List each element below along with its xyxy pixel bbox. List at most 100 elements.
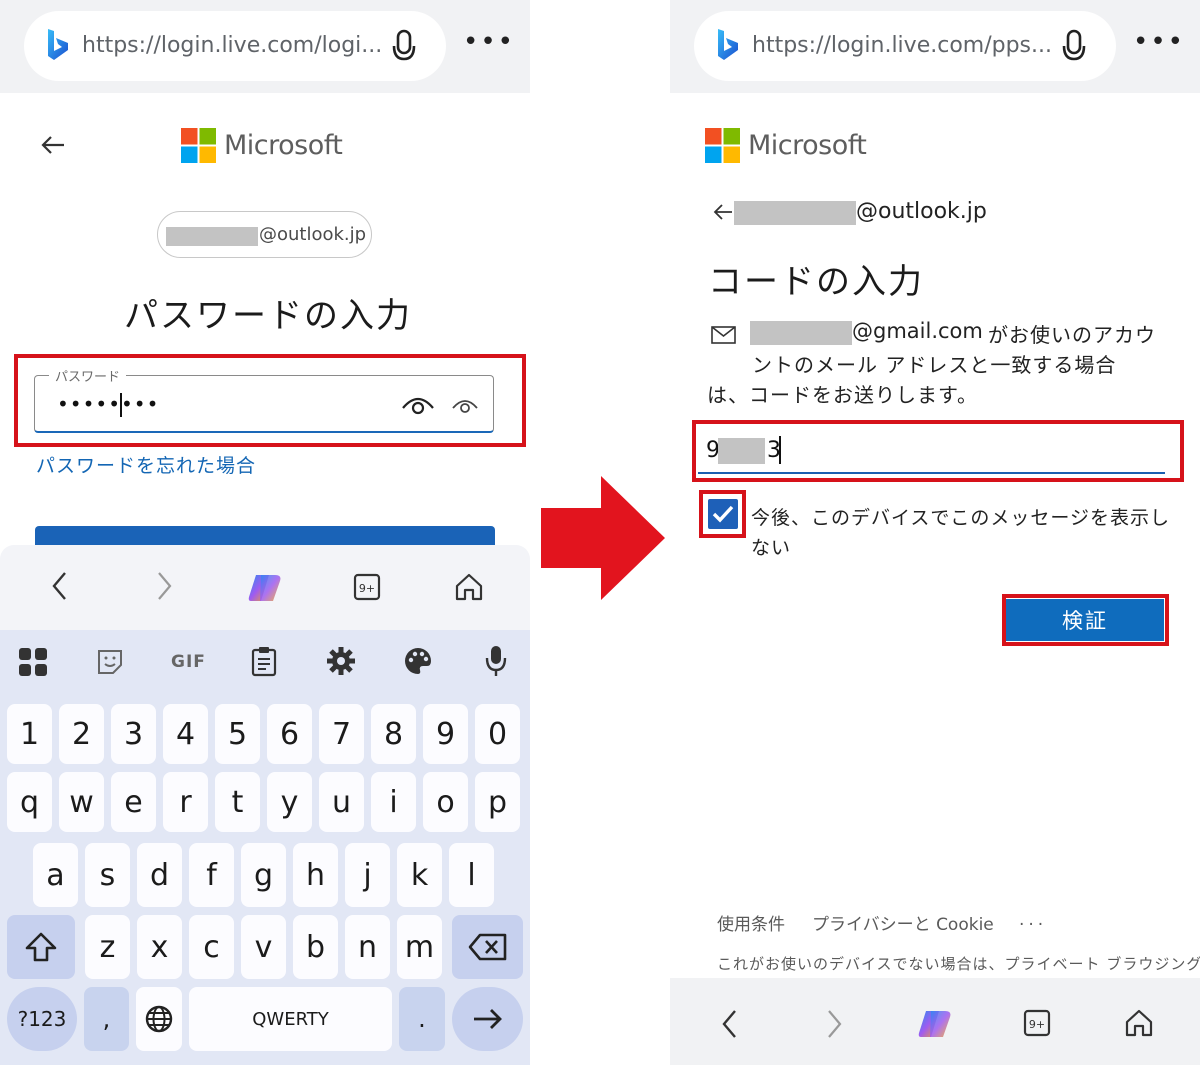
letter-key[interactable]: b bbox=[293, 915, 338, 979]
more-icon[interactable]: ••• bbox=[463, 29, 515, 55]
back-arrow-icon[interactable] bbox=[38, 130, 68, 160]
letter-key[interactable]: r bbox=[163, 772, 208, 832]
letter-key[interactable]: e bbox=[111, 772, 156, 832]
letter-key[interactable]: n bbox=[345, 915, 390, 979]
sticker-icon[interactable] bbox=[96, 648, 124, 676]
enter-key[interactable] bbox=[452, 987, 523, 1051]
number-key[interactable]: 4 bbox=[163, 704, 208, 764]
letter-key[interactable]: i bbox=[371, 772, 416, 832]
microphone-icon[interactable] bbox=[390, 28, 418, 64]
back-arrow-icon[interactable] bbox=[712, 202, 734, 222]
browser-address-bar: https://login.live.com/pps... ••• bbox=[670, 0, 1200, 93]
backspace-key[interactable] bbox=[452, 915, 523, 979]
letter-key[interactable]: q bbox=[7, 772, 52, 832]
redacted-username bbox=[166, 227, 258, 246]
remember-checkbox[interactable] bbox=[708, 499, 738, 529]
globe-icon bbox=[145, 1005, 173, 1033]
password-input[interactable]: パスワード •••••••• bbox=[34, 366, 494, 433]
letter-key[interactable]: a bbox=[33, 843, 78, 907]
text-caret bbox=[779, 436, 781, 464]
apps-grid-icon[interactable] bbox=[18, 647, 48, 677]
code-entry-screen: https://login.live.com/pps... ••• Micros… bbox=[670, 0, 1200, 1065]
password-screen: https://login.live.com/logi... ••• Micro… bbox=[0, 0, 530, 1065]
letter-key[interactable]: o bbox=[423, 772, 468, 832]
letter-key[interactable]: y bbox=[267, 772, 312, 832]
number-key[interactable]: 7 bbox=[319, 704, 364, 764]
letter-key[interactable]: g bbox=[241, 843, 286, 907]
tabs-icon[interactable]: 9+ bbox=[1023, 1009, 1051, 1037]
chevron-left-icon[interactable] bbox=[720, 1007, 740, 1041]
letter-key[interactable]: m bbox=[397, 915, 442, 979]
letter-key[interactable]: f bbox=[189, 843, 234, 907]
footer-note: これがお使いのデバイスでない場合は、プライベート ブラウジング bbox=[717, 955, 1200, 973]
bing-logo-icon bbox=[718, 29, 738, 60]
symbols-key[interactable]: ?123 bbox=[7, 987, 77, 1051]
letter-key[interactable]: c bbox=[189, 915, 234, 979]
number-key[interactable]: 1 bbox=[7, 704, 52, 764]
number-key[interactable]: 0 bbox=[475, 704, 520, 764]
copilot-icon[interactable] bbox=[247, 571, 283, 605]
letter-key[interactable]: j bbox=[345, 843, 390, 907]
chevron-right-icon[interactable] bbox=[824, 1007, 844, 1041]
url-field[interactable]: https://login.live.com/logi... bbox=[24, 11, 446, 81]
letter-key[interactable]: s bbox=[85, 843, 130, 907]
more-icon[interactable]: ••• bbox=[1133, 29, 1185, 55]
verify-button[interactable]: 検証 bbox=[1006, 599, 1164, 641]
footer-privacy-link[interactable]: プライバシーと Cookie bbox=[812, 910, 994, 935]
letter-key[interactable]: u bbox=[319, 772, 364, 832]
letter-key[interactable]: l bbox=[449, 843, 494, 907]
number-key[interactable]: 6 bbox=[267, 704, 312, 764]
footer-terms-link[interactable]: 使用条件 bbox=[717, 910, 785, 935]
copilot-icon[interactable] bbox=[917, 1007, 953, 1041]
tabs-icon[interactable]: 9+ bbox=[353, 573, 381, 601]
forgot-password-link[interactable]: パスワードを忘れた場合 bbox=[36, 451, 256, 478]
backspace-icon bbox=[468, 933, 506, 961]
chevron-right-icon[interactable] bbox=[154, 569, 174, 603]
letter-key[interactable]: x bbox=[137, 915, 182, 979]
space-key[interactable]: QWERTY bbox=[189, 987, 392, 1051]
url-field[interactable]: https://login.live.com/pps... bbox=[694, 11, 1116, 81]
letter-key[interactable]: v bbox=[241, 915, 286, 979]
number-key[interactable]: 8 bbox=[371, 704, 416, 764]
message-line-3: は、コードをお送りします。 bbox=[707, 383, 978, 407]
text-caret bbox=[120, 393, 122, 417]
eye-icon[interactable] bbox=[451, 395, 479, 415]
letter-key[interactable]: p bbox=[475, 772, 520, 832]
number-key[interactable]: 3 bbox=[111, 704, 156, 764]
code-input[interactable]: 9 3 bbox=[698, 428, 1165, 474]
microphone-icon[interactable] bbox=[484, 644, 508, 678]
gear-icon[interactable] bbox=[326, 646, 356, 676]
language-key[interactable] bbox=[136, 987, 182, 1051]
number-key[interactable]: 9 bbox=[423, 704, 468, 764]
eye-icon[interactable] bbox=[401, 392, 435, 416]
period-key[interactable]: . bbox=[399, 987, 445, 1051]
letter-key[interactable]: h bbox=[293, 843, 338, 907]
shift-key[interactable] bbox=[7, 915, 75, 979]
footer-more-button[interactable]: ... bbox=[1019, 910, 1047, 930]
comma-key[interactable]: , bbox=[84, 987, 129, 1051]
microsoft-logo: Microsoft bbox=[181, 128, 343, 163]
clipboard-icon[interactable] bbox=[250, 645, 278, 677]
letter-key[interactable]: z bbox=[85, 915, 130, 979]
microsoft-logo-icon bbox=[705, 128, 740, 163]
letter-key[interactable]: w bbox=[59, 772, 104, 832]
redacted-code bbox=[718, 438, 765, 464]
letter-key[interactable]: k bbox=[397, 843, 442, 907]
bing-logo-icon bbox=[48, 29, 68, 60]
browser-bottom-bar: 9+ bbox=[670, 978, 1200, 1065]
home-icon[interactable] bbox=[1124, 1008, 1154, 1038]
url-text: https://login.live.com/pps... bbox=[752, 33, 1052, 58]
svg-text:9+: 9+ bbox=[359, 582, 375, 595]
home-icon[interactable] bbox=[454, 572, 484, 602]
palette-icon[interactable] bbox=[403, 646, 433, 676]
gif-button[interactable]: GIF bbox=[171, 652, 206, 672]
chevron-left-icon[interactable] bbox=[50, 569, 70, 603]
letter-key[interactable]: t bbox=[215, 772, 260, 832]
letter-key[interactable]: d bbox=[137, 843, 182, 907]
number-key[interactable]: 2 bbox=[59, 704, 104, 764]
email-domain: @gmail.com bbox=[852, 319, 983, 343]
microphone-icon[interactable] bbox=[1060, 28, 1088, 64]
account-domain: @outlook.jp bbox=[259, 224, 367, 245]
number-key[interactable]: 5 bbox=[215, 704, 260, 764]
account-pill[interactable]: @outlook.jp bbox=[157, 211, 372, 258]
